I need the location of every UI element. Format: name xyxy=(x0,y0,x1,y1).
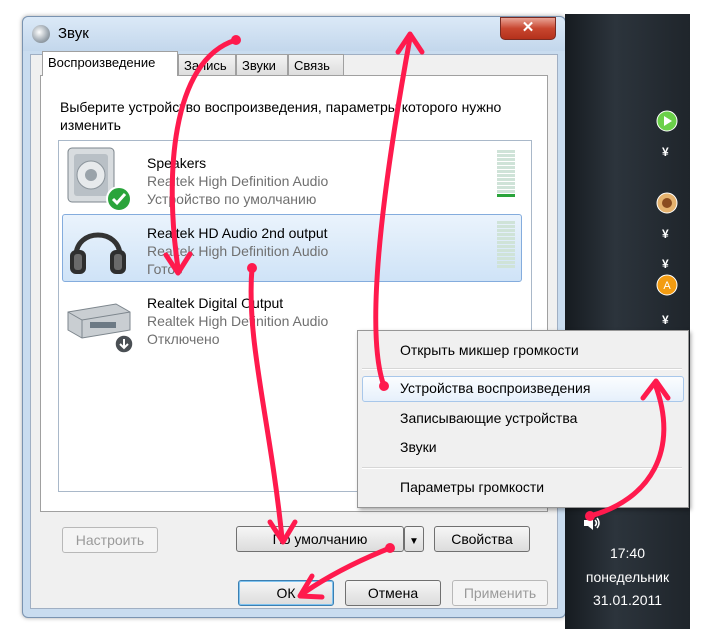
set-default-button[interactable]: По умолчанию xyxy=(236,526,404,552)
device-name: Realtek Digital Output xyxy=(147,295,284,311)
headphones-icon xyxy=(70,232,126,274)
app-tray-icon[interactable] xyxy=(655,191,679,215)
tab-communications[interactable]: Связь xyxy=(288,54,344,76)
device-status: Готов xyxy=(147,261,183,277)
menu-item-recording-devices[interactable]: Записывающие устройства xyxy=(400,410,577,426)
close-button[interactable]: ✕ xyxy=(500,17,556,40)
tab-playback[interactable]: Воспроизведение xyxy=(42,51,178,76)
level-bar xyxy=(497,221,515,224)
title-bar[interactable] xyxy=(23,17,565,51)
level-bar xyxy=(497,182,515,185)
level-bar xyxy=(497,186,515,189)
menu-item-volume-settings[interactable]: Параметры громкости xyxy=(400,479,544,495)
device-name: Speakers xyxy=(147,155,207,171)
device-driver: Realtek High Definition Audio xyxy=(147,243,329,259)
level-bar xyxy=(497,190,515,193)
speaker-icon xyxy=(32,25,50,43)
ok-button[interactable]: ОК xyxy=(238,580,334,606)
chevron-icon: ¥ xyxy=(662,313,669,327)
level-bar xyxy=(497,261,515,264)
taskbar xyxy=(565,14,690,629)
level-bar xyxy=(497,241,515,244)
menu-item-open-mixer[interactable]: Открыть микшер громкости xyxy=(400,342,579,358)
clock-time[interactable]: 17:40 xyxy=(565,545,690,561)
tab-sounds[interactable]: Звуки xyxy=(236,54,288,76)
level-meter xyxy=(497,221,515,269)
level-bar xyxy=(497,245,515,248)
disabled-arrow-icon xyxy=(114,334,134,354)
apply-button[interactable]: Применить xyxy=(452,580,548,606)
instruction-text: Выберите устройство воспроизведения, пар… xyxy=(60,99,502,133)
media-player-icon[interactable] xyxy=(655,109,679,133)
level-bar xyxy=(497,170,515,173)
level-bar xyxy=(497,233,515,236)
chevron-down-icon: ▼ xyxy=(409,536,419,547)
level-bar xyxy=(497,150,515,153)
level-bar xyxy=(497,249,515,252)
window-title: Звук xyxy=(58,25,89,42)
properties-button[interactable]: Свойства xyxy=(434,526,530,552)
svg-text:A: A xyxy=(663,280,671,292)
default-check-icon xyxy=(106,186,132,212)
level-bar xyxy=(497,253,515,256)
volume-icon[interactable] xyxy=(581,512,603,534)
device-status: Отключено xyxy=(147,331,220,347)
level-bar xyxy=(497,229,515,232)
level-bar xyxy=(497,158,515,161)
chevron-icon: ¥ xyxy=(662,257,669,271)
clock-day[interactable]: понедельник xyxy=(565,569,690,585)
cancel-button[interactable]: Отмена xyxy=(345,580,441,606)
clock-date[interactable]: 31.01.2011 xyxy=(565,592,690,608)
level-bar xyxy=(497,265,515,268)
level-bar xyxy=(497,225,515,228)
level-bar xyxy=(497,162,515,165)
device-name: Realtek HD Audio 2nd output xyxy=(147,225,328,241)
level-bar xyxy=(497,257,515,260)
level-bar xyxy=(497,237,515,240)
menu-separator xyxy=(362,467,682,469)
level-bar xyxy=(497,178,515,181)
menu-item-playback-devices[interactable]: Устройства воспроизведения xyxy=(400,380,590,396)
level-bar xyxy=(497,194,515,197)
menu-separator xyxy=(362,368,682,370)
device-driver: Realtek High Definition Audio xyxy=(147,173,329,189)
chevron-icon: ¥ xyxy=(662,227,669,241)
level-bar xyxy=(497,174,515,177)
level-meter xyxy=(497,150,515,198)
avast-icon[interactable]: A xyxy=(655,273,679,297)
device-driver: Realtek High Definition Audio xyxy=(147,313,329,329)
device-status: Устройство по умолчанию xyxy=(147,191,317,207)
level-bar xyxy=(497,166,515,169)
level-bar xyxy=(497,154,515,157)
set-default-dropdown[interactable]: ▼ xyxy=(404,526,424,552)
configure-button[interactable]: Настроить xyxy=(62,527,158,553)
menu-item-sounds[interactable]: Звуки xyxy=(400,439,437,455)
chevron-icon: ¥ xyxy=(662,145,669,159)
tab-recording[interactable]: Запись xyxy=(178,54,236,76)
